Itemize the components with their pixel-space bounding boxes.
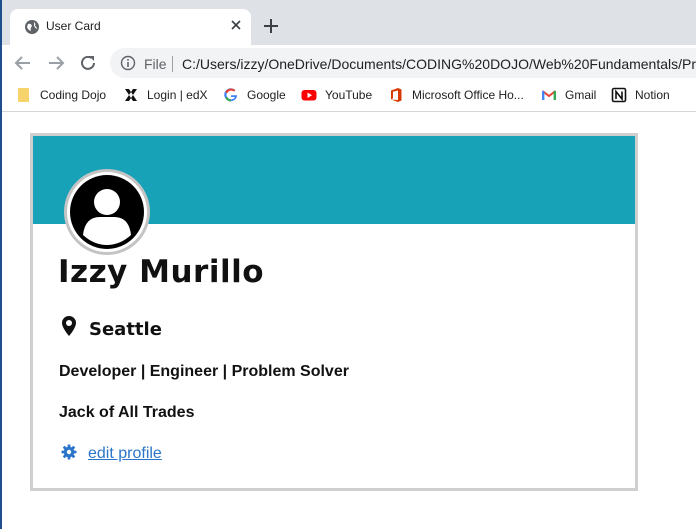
info-icon[interactable]	[120, 55, 136, 71]
close-icon[interactable]	[228, 17, 244, 33]
user-titles: Developer | Engineer | Problem Solver	[59, 363, 349, 380]
bookmark-notion[interactable]: Notion	[611, 86, 670, 104]
forward-arrow-icon[interactable]	[46, 53, 66, 73]
bookmark-label: Gmail	[565, 88, 597, 102]
bookmark-label: Google	[247, 88, 286, 102]
tab-strip: User Card	[0, 0, 696, 45]
user-name: Izzy Murillo	[58, 254, 265, 290]
new-tab-icon[interactable]	[262, 17, 280, 35]
bookmark-microsoft-office[interactable]: Microsoft Office Ho...	[388, 86, 524, 104]
user-tagline: Jack of All Trades	[59, 404, 195, 421]
location-pin-icon	[62, 316, 76, 336]
address-bar[interactable]: File C:/Users/izzy/OneDrive/Documents/CO…	[110, 48, 696, 78]
notion-icon	[611, 87, 627, 103]
bookmark-edx[interactable]: Login | edX	[123, 86, 208, 104]
tab-title: User Card	[46, 19, 101, 33]
gmail-icon	[541, 90, 557, 100]
bookmarks-bar: Coding Dojo Login | edX Google YouTube M…	[0, 80, 696, 112]
bookmark-youtube[interactable]: YouTube	[301, 86, 372, 104]
gear-icon[interactable]	[61, 444, 77, 460]
google-icon	[224, 88, 238, 102]
bookmark-label: Login | edX	[147, 88, 208, 102]
bookmark-coding-dojo[interactable]: Coding Dojo	[16, 86, 106, 104]
window-edge	[0, 0, 2, 529]
bookmark-label: Coding Dojo	[40, 88, 107, 102]
edx-icon	[125, 89, 137, 101]
folder-icon	[18, 88, 29, 102]
youtube-icon	[301, 90, 317, 101]
browser-toolbar: File C:/Users/izzy/OneDrive/Documents/CO…	[0, 45, 696, 80]
reload-icon[interactable]	[78, 53, 98, 73]
bookmark-label: YouTube	[325, 88, 373, 102]
bookmark-label: Microsoft Office Ho...	[412, 88, 524, 102]
address-separator	[172, 56, 173, 72]
user-card: Izzy Murillo Seattle Developer | Enginee…	[30, 133, 638, 491]
edit-profile-link[interactable]: edit profile	[88, 445, 162, 463]
tab-user-card[interactable]: User Card	[10, 9, 251, 45]
user-icon	[70, 175, 144, 249]
back-arrow-icon[interactable]	[13, 53, 33, 73]
url-text[interactable]: C:/Users/izzy/OneDrive/Documents/CODING%…	[182, 56, 696, 72]
bookmark-google[interactable]: Google	[223, 86, 286, 104]
bookmark-label: Notion	[635, 88, 670, 102]
avatar	[64, 169, 150, 255]
scheme-label: File	[144, 56, 167, 72]
globe-icon	[25, 20, 39, 34]
office-icon	[391, 88, 402, 102]
user-location: Seattle	[89, 319, 162, 340]
bookmark-gmail[interactable]: Gmail	[541, 86, 596, 104]
